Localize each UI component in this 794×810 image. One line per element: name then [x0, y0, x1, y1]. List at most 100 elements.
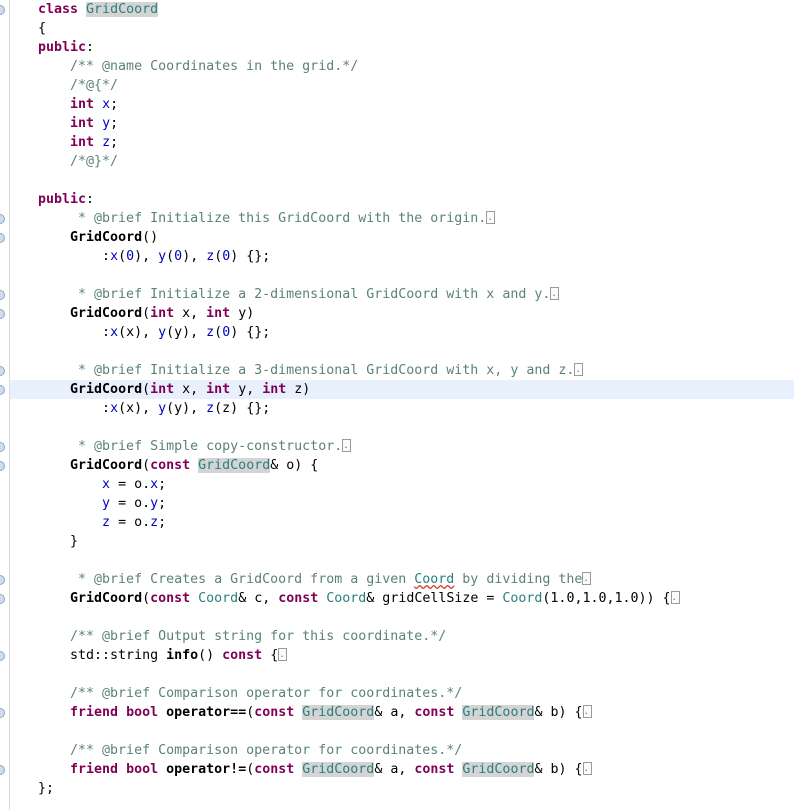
code-line[interactable]: GridCoord() [10, 228, 794, 247]
code-token: GridCoord [70, 306, 143, 321]
code-line[interactable] [10, 551, 794, 570]
fold-toggle-icon[interactable] [0, 575, 5, 585]
folded-region-marker[interactable] [278, 648, 288, 661]
code-token: z [102, 135, 111, 150]
code-line[interactable]: /** @brief Output string for this coordi… [10, 627, 794, 646]
fold-toggle-icon[interactable] [0, 385, 5, 395]
code-line[interactable] [10, 342, 794, 361]
code-line[interactable] [10, 418, 794, 437]
code-line[interactable] [10, 665, 794, 684]
folded-region-marker[interactable] [342, 439, 352, 452]
code-token: ; [110, 97, 119, 112]
code-line[interactable]: /** @name Coordinates in the grid.*/ [10, 57, 794, 76]
folded-region-marker[interactable] [582, 572, 592, 585]
code-token: /*@}*/ [38, 154, 119, 169]
code-line[interactable]: GridCoord(const Coord& c, const Coord& g… [10, 589, 794, 608]
code-line[interactable]: * @brief Simple copy-constructor. [10, 437, 794, 456]
code-token: /*@{*/ [38, 78, 119, 93]
code-token: GridCoord [462, 705, 535, 720]
code-line[interactable]: z = o.z; [10, 513, 794, 532]
code-line[interactable]: * @brief Initialize this GridCoord with … [10, 209, 794, 228]
code-token: (x), [118, 401, 159, 416]
code-line[interactable]: x = o.x; [10, 475, 794, 494]
folded-region-marker[interactable] [574, 363, 584, 376]
code-editor[interactable]: class GridCoord {public: /** @name Coordi… [0, 0, 794, 810]
code-line[interactable]: int z; [10, 133, 794, 152]
code-line[interactable]: friend bool operator!=(const GridCoord& … [10, 760, 794, 779]
code-line[interactable]: * @brief Creates a GridCoord from a give… [10, 570, 794, 589]
code-line[interactable]: } [10, 532, 794, 551]
code-line[interactable]: /*@}*/ [10, 152, 794, 171]
code-token: y [102, 116, 111, 131]
code-line[interactable]: GridCoord(const GridCoord& o) { [10, 456, 794, 475]
code-token: & b) { [534, 762, 583, 777]
folded-region-marker[interactable] [582, 762, 592, 775]
fold-toggle-icon[interactable] [0, 366, 5, 376]
code-content[interactable]: class GridCoord {public: /** @name Coordi… [10, 0, 794, 810]
code-line[interactable]: y = o.y; [10, 494, 794, 513]
code-token: * @brief Initialize this GridCoord with … [38, 211, 487, 226]
code-token: GridCoord [70, 591, 143, 606]
code-token: y [158, 401, 167, 416]
code-token: GridCoord [70, 458, 143, 473]
code-token: ) {}; [230, 325, 271, 340]
code-line[interactable]: * @brief Initialize a 2-dimensional Grid… [10, 285, 794, 304]
code-line[interactable]: :x(0), y(0), z(0) {}; [10, 247, 794, 266]
folded-region-marker[interactable] [670, 591, 680, 604]
fold-toggle-icon[interactable] [0, 5, 5, 15]
code-line[interactable]: GridCoord(int x, int y) [10, 304, 794, 323]
code-token: Coord [414, 572, 455, 587]
folded-region-marker[interactable] [486, 211, 496, 224]
code-line[interactable] [10, 722, 794, 741]
code-line[interactable]: * @brief Initialize a 3-dimensional Grid… [10, 361, 794, 380]
code-token: (y), [166, 401, 207, 416]
code-line[interactable]: /** @brief Comparison operator for coord… [10, 741, 794, 760]
code-token: : [38, 249, 111, 264]
fold-toggle-icon[interactable] [0, 214, 5, 224]
fold-toggle-icon[interactable] [0, 651, 5, 661]
code-line[interactable]: public: [10, 38, 794, 57]
folded-region-marker[interactable] [582, 705, 592, 718]
fold-toggle-icon[interactable] [0, 708, 5, 718]
code-token: friend [70, 762, 119, 777]
code-line[interactable]: friend bool operator==(const GridCoord& … [10, 703, 794, 722]
code-token: ), [134, 249, 159, 264]
code-line[interactable]: int x; [10, 95, 794, 114]
code-token: y, [230, 382, 263, 397]
code-line[interactable]: }; [10, 779, 794, 798]
fold-toggle-icon[interactable] [0, 233, 5, 243]
code-token: = o. [110, 496, 151, 511]
code-line[interactable]: std::string info() const { [10, 646, 794, 665]
code-token: 0 [174, 249, 183, 264]
fold-toggle-icon[interactable] [0, 442, 5, 452]
annotation-gutter[interactable] [0, 0, 10, 810]
code-token: x, [174, 306, 207, 321]
code-line[interactable] [10, 608, 794, 627]
fold-toggle-icon[interactable] [0, 594, 5, 604]
fold-toggle-icon[interactable] [0, 290, 5, 300]
code-line[interactable]: int y; [10, 114, 794, 133]
code-line[interactable] [10, 171, 794, 190]
code-line[interactable] [10, 266, 794, 285]
fold-toggle-icon[interactable] [0, 461, 5, 471]
fold-toggle-icon[interactable] [0, 765, 5, 775]
code-line[interactable]: GridCoord(int x, int y, int z) [10, 380, 794, 399]
code-token: ; [158, 496, 167, 511]
code-token: int [206, 306, 231, 321]
code-line[interactable]: public: [10, 190, 794, 209]
code-line[interactable]: /** @brief Comparison operator for coord… [10, 684, 794, 703]
folded-region-marker[interactable] [550, 287, 560, 300]
code-token: x [110, 401, 119, 416]
code-token: const [222, 648, 263, 663]
code-token: x [110, 249, 119, 264]
code-token: ( [142, 382, 151, 397]
code-line[interactable]: class GridCoord [10, 0, 794, 19]
code-token: ( [166, 249, 175, 264]
fold-toggle-icon[interactable] [0, 309, 5, 319]
code-line[interactable]: { [10, 19, 794, 38]
code-line[interactable]: /*@{*/ [10, 76, 794, 95]
code-line[interactable]: :x(x), y(y), z(z) {}; [10, 399, 794, 418]
code-line[interactable]: :x(x), y(y), z(0) {}; [10, 323, 794, 342]
code-token: y [102, 496, 111, 511]
